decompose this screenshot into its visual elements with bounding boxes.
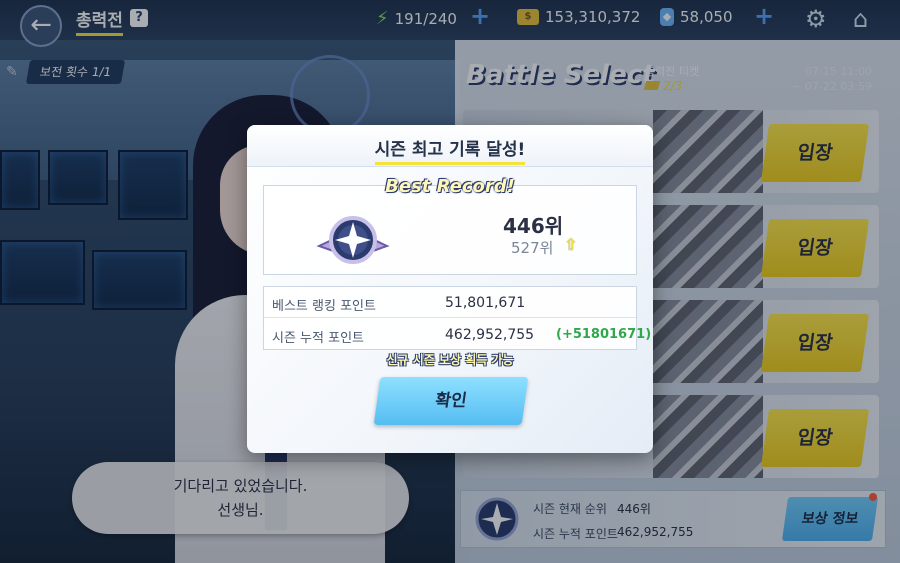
best-points-value: 51,801,671 [445, 295, 526, 311]
table-row: 시즌 누적 포인트 462,952,755 (+51801671) [264, 319, 651, 350]
points-table: 베스트 랭킹 포인트 51,801,671 시즌 누적 포인트 462,952,… [263, 286, 651, 350]
season-points-value: 462,952,755 [445, 327, 535, 343]
rank-emblem-icon [316, 216, 390, 264]
arrow-up-icon: ⇧ [564, 235, 578, 254]
new-rank: 446위 [503, 214, 564, 238]
confirm-button[interactable]: 확인 [373, 377, 529, 425]
best-points-label: 베스트 랭킹 포인트 [272, 299, 376, 314]
modal-header: 시즌 최고 기록 달성! [247, 125, 653, 167]
points-gain: (+51801671) [556, 327, 652, 342]
previous-rank: 527위 [511, 239, 554, 257]
modal-title: 시즌 최고 기록 달성! [247, 135, 653, 165]
reward-available-note: 신규 시즌 보상 획득 가능 [386, 353, 514, 367]
best-record-banner: Best Record! [385, 176, 515, 197]
table-row: 베스트 랭킹 포인트 51,801,671 [264, 287, 638, 318]
season-points-label: 시즌 누적 포인트 [272, 331, 364, 346]
season-record-modal: 시즌 최고 기록 달성! Best Record! 446위 527위 ⇧ 베스… [247, 125, 653, 453]
